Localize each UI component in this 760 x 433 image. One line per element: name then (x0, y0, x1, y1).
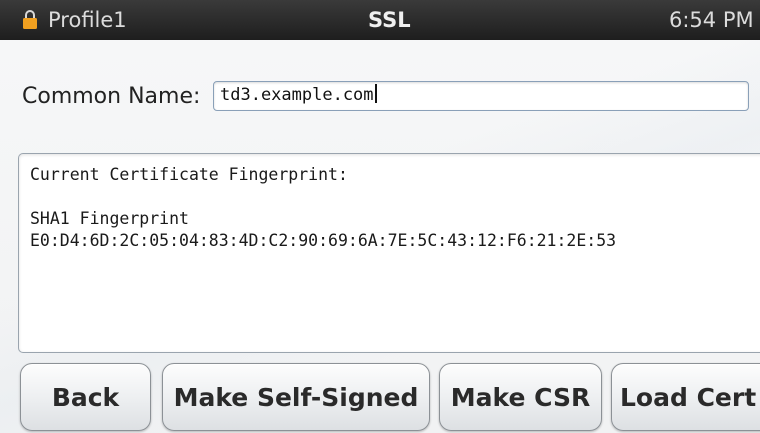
screen-title: SSL (368, 8, 411, 32)
certificate-info-box: Current Certificate Fingerprint: SHA1 Fin… (18, 153, 760, 353)
back-button[interactable]: Back (20, 363, 151, 431)
make-self-signed-button[interactable]: Make Self-Signed (162, 363, 430, 431)
common-name-input[interactable]: td3.example.com (213, 81, 749, 111)
common-name-value: td3.example.com (220, 85, 374, 105)
load-cert-button[interactable]: Load Cert (611, 363, 760, 431)
certificate-heading: Current Certificate Fingerprint: (30, 165, 348, 184)
profile-name: Profile1 (48, 8, 127, 32)
text-caret (374, 84, 377, 103)
lock-icon (22, 9, 38, 30)
fingerprint-value: E0:D4:6D:2C:05:04:83:4D:C2:90:69:6A:7E:5… (30, 231, 617, 250)
make-csr-button[interactable]: Make CSR (439, 363, 602, 431)
common-name-label: Common Name: (22, 84, 201, 109)
status-bar: Profile1 SSL 6:54 PM (0, 0, 760, 40)
clock: 6:54 PM (669, 8, 754, 32)
fingerprint-label: SHA1 Fingerprint (30, 209, 189, 228)
